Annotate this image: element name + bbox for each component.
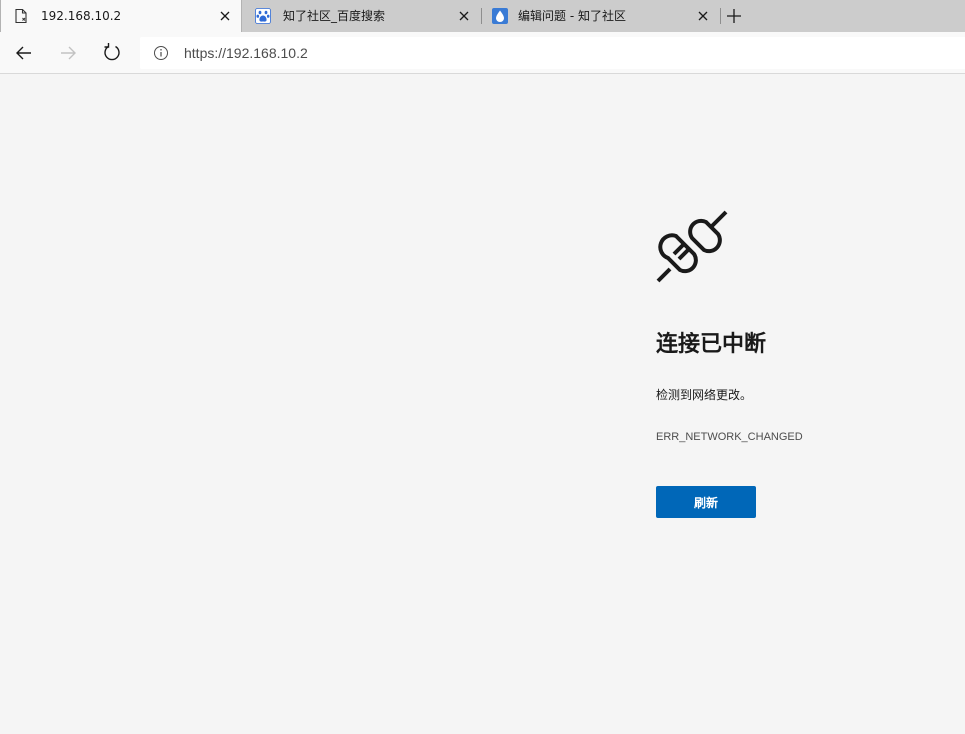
close-tab-icon[interactable]: [217, 8, 233, 24]
refresh-icon[interactable]: [100, 41, 124, 65]
tab-baidu-search[interactable]: 知了社区_百度搜索: [243, 0, 480, 32]
back-arrow-icon[interactable]: [12, 41, 36, 65]
error-heading: 连接已中断: [656, 332, 767, 357]
tab-192-168-10-2[interactable]: 192.168.10.2: [0, 0, 242, 32]
tab-title: 编辑问题 - 知了社区: [518, 9, 626, 23]
tab-title: 知了社区_百度搜索: [283, 9, 386, 23]
close-tab-icon[interactable]: [456, 8, 472, 24]
error-description: 检测到网络更改。: [656, 388, 753, 402]
refresh-button[interactable]: 刷新: [656, 486, 756, 518]
page-error-icon: [15, 8, 27, 24]
baidu-paw-icon: [255, 8, 271, 24]
error-code: ERR_NETWORK_CHANGED: [656, 431, 803, 443]
forward-arrow-icon[interactable]: [56, 41, 80, 65]
tab-strip: 192.168.10.2 知了社区_百度搜索 编辑问题 - 知了社区: [0, 0, 965, 32]
close-tab-icon[interactable]: [695, 8, 711, 24]
navigation-toolbar: https://192.168.10.2: [0, 32, 965, 74]
url-text[interactable]: https://192.168.10.2: [184, 44, 308, 62]
unplugged-icon: [656, 210, 728, 283]
address-bar[interactable]: https://192.168.10.2: [140, 37, 965, 69]
zhiliao-drop-icon: [492, 8, 508, 24]
tab-separator: [720, 8, 721, 24]
new-tab-plus-icon[interactable]: [724, 6, 744, 26]
info-icon[interactable]: [153, 45, 169, 61]
tab-title: 192.168.10.2: [41, 9, 122, 23]
tab-edit-question[interactable]: 编辑问题 - 知了社区: [482, 0, 719, 32]
